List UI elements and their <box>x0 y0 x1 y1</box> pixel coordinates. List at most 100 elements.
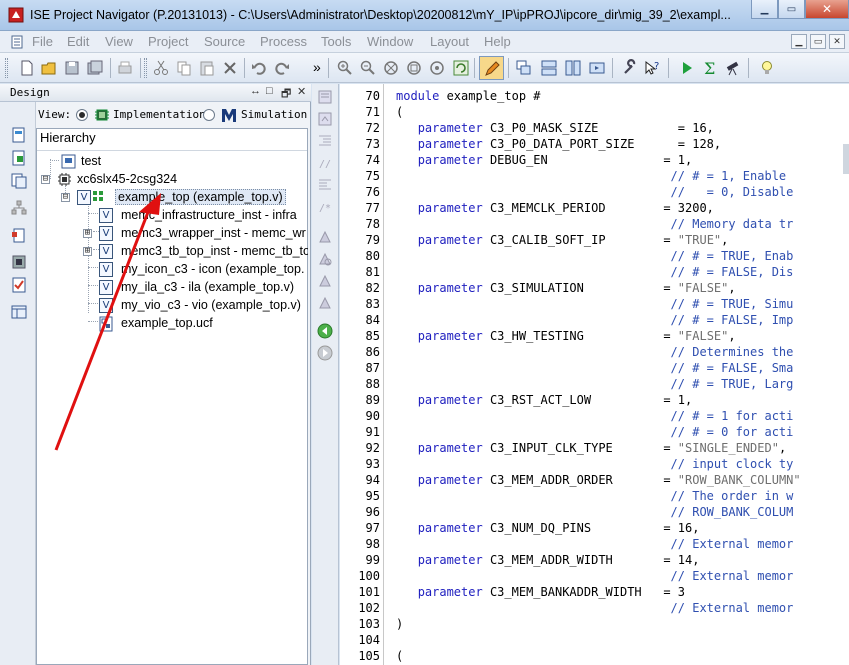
code-line[interactable]: 82 parameter C3_SIMULATION = "FALSE", <box>340 280 849 296</box>
hierarchy-icon[interactable] <box>11 200 27 216</box>
help-context-icon[interactable]: ? <box>643 59 661 77</box>
code-line[interactable]: 77 parameter C3_MEMCLK_PERIOD = 3200, <box>340 200 849 216</box>
code-line[interactable]: 101 parameter C3_MEM_BANKADDR_WIDTH = 3 <box>340 584 849 600</box>
code-line[interactable]: 87 // # = FALSE, Sma <box>340 360 849 376</box>
simulation-radio[interactable] <box>203 109 215 121</box>
code-line[interactable]: 96 // ROW_BANK_COLUM <box>340 504 849 520</box>
code-line[interactable]: 76 // = 0, Disable <box>340 184 849 200</box>
run-icon[interactable] <box>678 59 696 77</box>
cut-icon[interactable] <box>152 59 170 77</box>
code-line[interactable]: 91 // # = 0 for acti <box>340 424 849 440</box>
insert-template-icon[interactable] <box>317 229 333 245</box>
menu-source[interactable]: Source <box>204 34 245 49</box>
code-line[interactable]: 102 // External memor <box>340 600 849 616</box>
expand-toggle[interactable]: ⊞ <box>83 229 92 238</box>
menu-window[interactable]: Window <box>367 34 413 49</box>
toolbar-overflow-button[interactable]: » <box>313 59 321 75</box>
menu-edit[interactable]: Edit <box>67 34 89 49</box>
zoom-fit-icon[interactable] <box>382 59 400 77</box>
code-line[interactable]: 79 parameter C3_CALIB_SOFT_IP = "TRUE", <box>340 232 849 248</box>
code-line[interactable]: 78 // Memory data tr <box>340 216 849 232</box>
sigma-icon[interactable]: Σ <box>701 59 719 77</box>
maximize-button[interactable]: ▭ <box>778 0 805 19</box>
menu-view[interactable]: View <box>105 34 133 49</box>
refresh-icon[interactable] <box>452 59 470 77</box>
code-line[interactable]: 75 // # = 1, Enable <box>340 168 849 184</box>
new-file-icon[interactable] <box>18 59 36 77</box>
tree-item-my-icon-c3[interactable]: V my_icon_c3 - icon (example_top. <box>83 261 308 279</box>
code-line[interactable]: 85 parameter C3_HW_TESTING = "FALSE", <box>340 328 849 344</box>
menu-project[interactable]: Project <box>148 34 188 49</box>
code-line[interactable]: 99 parameter C3_MEM_ADDR_WIDTH = 14, <box>340 552 849 568</box>
code-line[interactable]: 94 parameter C3_MEM_ADDR_ORDER = "ROW_BA… <box>340 472 849 488</box>
tile-vertical-icon[interactable] <box>564 59 582 77</box>
comment-lines-icon[interactable]: // <box>317 155 333 171</box>
code-line[interactable]: 104 <box>340 632 849 648</box>
lightbulb-icon[interactable] <box>758 59 776 77</box>
toggle-bookmark-icon[interactable] <box>317 89 333 105</box>
code-line[interactable]: 93 // input clock ty <box>340 456 849 472</box>
code-line[interactable]: 97 parameter C3_NUM_DQ_PINS = 16, <box>340 520 849 536</box>
editor-scrollbar-thumb[interactable] <box>843 144 849 174</box>
simulation-label[interactable]: Simulation <box>241 108 307 121</box>
code-line[interactable]: 88 // # = TRUE, Larg <box>340 376 849 392</box>
code-line[interactable]: 90 // # = 1 for acti <box>340 408 849 424</box>
code-line[interactable]: 71 ( <box>340 104 849 120</box>
collapse-toggle[interactable]: ⊟ <box>61 193 70 202</box>
panel-float-button[interactable]: ↔ <box>250 85 261 97</box>
zoom-in-icon[interactable] <box>336 59 354 77</box>
collapse-toggle[interactable]: ⊟ <box>41 175 50 184</box>
core-generator-icon[interactable] <box>11 254 27 270</box>
delete-icon[interactable] <box>221 59 239 77</box>
tree-item-my-ila-c3[interactable]: V my_ila_c3 - ila (example_top.v) <box>83 279 308 297</box>
code-editor[interactable]: 70 module example_top # 71 (72 parameter C3… <box>340 84 849 665</box>
code-line[interactable]: 80 // # = TRUE, Enab <box>340 248 849 264</box>
code-line[interactable]: 84 // # = FALSE, Imp <box>340 312 849 328</box>
code-line[interactable]: 72 parameter C3_P0_MASK_SIZE = 16, <box>340 120 849 136</box>
tree-item-memc-infrastructure[interactable]: V memc_infrastructure_inst - infra <box>83 207 308 225</box>
cascade-windows-icon[interactable] <box>515 59 533 77</box>
tree-item-memc3-wrapper[interactable]: ⊞ V memc3_wrapper_inst - memc_wr <box>83 225 308 243</box>
checklist-icon[interactable] <box>11 277 27 293</box>
code-line[interactable]: 70 module example_top # <box>340 88 849 104</box>
print-icon[interactable] <box>116 59 134 77</box>
tree-item-memc3-tb-top[interactable]: ⊞ V memc3_tb_top_inst - memc_tb_to <box>83 243 308 261</box>
next-bookmark-icon[interactable] <box>317 111 333 127</box>
copy-icon[interactable] <box>175 59 193 77</box>
document-menu-icon[interactable] <box>10 35 24 49</box>
add-copy-source-icon[interactable] <box>11 173 27 189</box>
tree-item-ucf[interactable]: example_top.ucf <box>83 315 308 333</box>
code-line[interactable]: 95 // The order in w <box>340 488 849 504</box>
toolbar-grip[interactable] <box>5 58 8 78</box>
panel-maximize-button[interactable]: □ <box>266 85 273 97</box>
find-previous-icon[interactable] <box>317 295 333 311</box>
go-forward-icon[interactable] <box>317 345 333 361</box>
code-line[interactable]: 74 parameter DEBUG_EN = 1, <box>340 152 849 168</box>
code-line[interactable]: 83 // # = TRUE, Simu <box>340 296 849 312</box>
undo-icon[interactable] <box>250 59 268 77</box>
code-line[interactable]: 103) <box>340 616 849 632</box>
tree-item-project[interactable]: test <box>59 153 299 171</box>
implementation-label[interactable]: Implementation <box>113 108 206 121</box>
minimize-button[interactable]: ▁ <box>751 0 778 19</box>
go-back-icon[interactable] <box>317 323 333 339</box>
tree-item-device[interactable]: ⊟ xc6slx45-2csg324 <box>41 171 301 189</box>
toolbar-grip-2[interactable] <box>144 58 147 78</box>
mdi-close-button[interactable]: ✕ <box>829 34 845 49</box>
code-line[interactable]: 73 parameter C3_P0_DATA_PORT_SIZE = 128, <box>340 136 849 152</box>
mdi-restore-button[interactable]: ▭ <box>810 34 826 49</box>
uncomment-lines-icon[interactable]: /* <box>317 199 333 215</box>
menu-tools[interactable]: Tools <box>321 34 351 49</box>
properties-icon[interactable] <box>11 227 27 243</box>
open-folder-icon[interactable] <box>40 59 58 77</box>
implementation-radio[interactable] <box>76 109 88 121</box>
paste-icon[interactable] <box>198 59 216 77</box>
switch-window-icon[interactable] <box>588 59 606 77</box>
zoom-select-icon[interactable] <box>428 59 446 77</box>
menu-layout[interactable]: Layout <box>430 34 469 49</box>
zoom-out-icon[interactable] <box>359 59 377 77</box>
find-next-icon[interactable] <box>317 273 333 289</box>
code-line[interactable]: 81 // # = FALSE, Dis <box>340 264 849 280</box>
mdi-minimize-button[interactable]: ▁ <box>791 34 807 49</box>
wrench-icon[interactable] <box>621 59 639 77</box>
